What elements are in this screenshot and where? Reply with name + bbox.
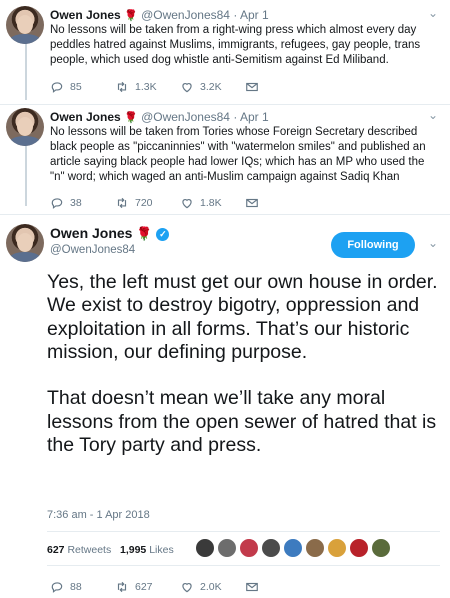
author-handle[interactable]: @OwenJones84 bbox=[141, 110, 230, 124]
retweet-button[interactable]: 720 bbox=[115, 196, 180, 210]
tweet-text: No lessons will be taken from Tories who… bbox=[50, 126, 426, 183]
reply-icon bbox=[51, 198, 63, 209]
reply-button[interactable]: 88 bbox=[50, 580, 115, 594]
liker-avatar[interactable] bbox=[195, 538, 215, 558]
liker-avatar[interactable] bbox=[305, 538, 325, 558]
reply-count: 38 bbox=[70, 197, 82, 209]
reply-icon bbox=[51, 582, 63, 593]
likes-stat[interactable]: 1,995 Likes bbox=[120, 544, 174, 556]
author-name-text: Owen Jones bbox=[50, 225, 133, 241]
reply-button[interactable]: 38 bbox=[50, 196, 115, 210]
tweet-header: Owen Jones 🌹 @OwenJones84 · Apr 1 bbox=[50, 110, 269, 124]
tweet-timestamp[interactable]: 7:36 am - 1 Apr 2018 bbox=[47, 509, 150, 521]
author-handle[interactable]: @OwenJones84 bbox=[50, 244, 135, 256]
message-button[interactable] bbox=[245, 196, 310, 210]
like-count: 2.0K bbox=[200, 581, 222, 593]
liker-avatar[interactable] bbox=[261, 538, 281, 558]
likers-avatars bbox=[195, 538, 393, 558]
author-name[interactable]: Owen Jones 🌹 ✓ bbox=[50, 225, 170, 242]
liker-avatar[interactable] bbox=[217, 538, 237, 558]
retweets-stat[interactable]: 627 Retweets bbox=[47, 544, 111, 556]
chevron-down-icon[interactable]: ⌄ bbox=[428, 236, 438, 250]
tweet-header: Owen Jones 🌹 @OwenJones84 · Apr 1 bbox=[50, 8, 269, 22]
avatar[interactable] bbox=[6, 224, 44, 262]
avatar[interactable] bbox=[6, 108, 44, 146]
message-icon bbox=[246, 82, 258, 92]
liker-avatar[interactable] bbox=[371, 538, 391, 558]
tweet-date[interactable]: Apr 1 bbox=[240, 110, 269, 124]
message-icon bbox=[246, 582, 258, 592]
tweet-text: No lessons will be taken from a right-wi… bbox=[50, 24, 421, 66]
separator-dot: · bbox=[233, 110, 238, 124]
divider bbox=[0, 104, 450, 105]
tweet-actions: 88 627 2.0K bbox=[50, 580, 310, 594]
liker-avatar[interactable] bbox=[283, 538, 303, 558]
engagement-stats: 627 Retweets 1,995 Likes bbox=[47, 544, 174, 556]
retweet-icon bbox=[117, 197, 127, 209]
retweets-label: Retweets bbox=[67, 544, 112, 556]
liker-avatar[interactable] bbox=[349, 538, 369, 558]
tweet-text: Yes, the left must get our own house in … bbox=[47, 271, 438, 457]
thread-tweet[interactable]: Owen Jones 🌹 @OwenJones84 · Apr 1 ⌄ No l… bbox=[0, 108, 450, 214]
reply-icon bbox=[51, 82, 63, 93]
like-total: 1,995 bbox=[120, 544, 147, 556]
retweet-total: 627 bbox=[47, 544, 65, 556]
chevron-down-icon[interactable]: ⌄ bbox=[428, 108, 438, 122]
message-button[interactable] bbox=[245, 580, 310, 594]
reply-count: 88 bbox=[70, 581, 82, 593]
divider bbox=[47, 565, 440, 566]
retweet-button[interactable]: 1.3K bbox=[115, 80, 180, 94]
like-count: 1.8K bbox=[200, 197, 222, 209]
tweet-actions: 85 1.3K 3.2K bbox=[50, 80, 310, 94]
like-icon bbox=[182, 583, 192, 593]
author-name[interactable]: Owen Jones bbox=[50, 8, 121, 22]
rose-icon: 🌹 bbox=[124, 112, 138, 124]
author-name[interactable]: Owen Jones bbox=[50, 110, 121, 124]
like-button[interactable]: 3.2K bbox=[180, 80, 245, 94]
retweet-icon bbox=[117, 581, 127, 593]
likes-label: Likes bbox=[149, 544, 174, 556]
liker-avatar[interactable] bbox=[327, 538, 347, 558]
like-icon bbox=[182, 83, 192, 93]
message-icon bbox=[246, 198, 258, 208]
avatar[interactable] bbox=[6, 6, 44, 44]
like-icon bbox=[182, 199, 192, 209]
reply-button[interactable]: 85 bbox=[50, 80, 115, 94]
retweet-icon bbox=[117, 81, 127, 93]
like-count: 3.2K bbox=[200, 81, 222, 93]
rose-icon: 🌹 bbox=[136, 226, 153, 241]
following-button[interactable]: Following bbox=[331, 232, 415, 258]
tweet-date[interactable]: Apr 1 bbox=[240, 8, 269, 22]
author-handle[interactable]: @OwenJones84 bbox=[141, 8, 230, 22]
retweet-count: 1.3K bbox=[135, 81, 157, 93]
chevron-down-icon[interactable]: ⌄ bbox=[428, 6, 438, 20]
separator-dot: · bbox=[233, 8, 238, 22]
message-button[interactable] bbox=[245, 80, 310, 94]
retweet-count: 720 bbox=[135, 197, 153, 209]
like-button[interactable]: 1.8K bbox=[180, 196, 245, 210]
rose-icon: 🌹 bbox=[124, 10, 138, 22]
retweet-count: 627 bbox=[135, 581, 153, 593]
verified-icon: ✓ bbox=[156, 228, 170, 241]
thread-tweet[interactable]: Owen Jones 🌹 @OwenJones84 · Apr 1 ⌄ No l… bbox=[0, 6, 450, 104]
reply-count: 85 bbox=[70, 81, 82, 93]
divider bbox=[0, 214, 450, 215]
liker-avatar[interactable] bbox=[239, 538, 259, 558]
tweet-actions: 38 720 1.8K bbox=[50, 196, 310, 210]
divider bbox=[47, 531, 440, 532]
like-button[interactable]: 2.0K bbox=[180, 580, 245, 594]
retweet-button[interactable]: 627 bbox=[115, 580, 180, 594]
